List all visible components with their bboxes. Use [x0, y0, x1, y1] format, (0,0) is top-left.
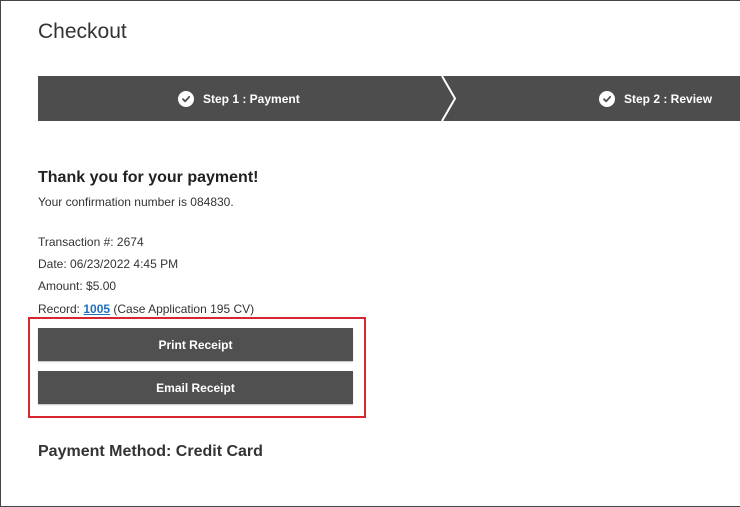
step-payment-label: Step 1 : Payment — [203, 91, 300, 106]
check-circle-icon — [178, 90, 194, 107]
step-review-label: Step 2 : Review — [624, 91, 713, 106]
confirmation-heading: Thank you for your payment! — [38, 169, 259, 186]
transaction-date: Date: 06/23/2022 4:45 PM — [38, 257, 179, 271]
record-link[interactable]: 1005 — [83, 302, 110, 316]
payment-method-heading: Payment Method: Credit Card — [38, 443, 263, 460]
step-divider-chevron — [441, 76, 457, 121]
checkout-step-bar: Step 1 : Payment Step 2 : Review — [38, 76, 740, 121]
step-review: Step 2 : Review — [599, 76, 712, 121]
page-title: Checkout — [38, 20, 127, 43]
transaction-number: Transaction #: 2674 — [38, 235, 144, 249]
transaction-amount: Amount: $5.00 — [38, 279, 117, 293]
record-line: Record: 1005 (Case Application 195 CV) — [38, 302, 254, 316]
confirmation-number-text: Your confirmation number is 084830. — [38, 195, 234, 209]
step-payment: Step 1 : Payment — [178, 76, 300, 121]
email-receipt-button[interactable]: Email Receipt — [38, 371, 353, 404]
record-suffix: (Case Application 195 CV) — [110, 302, 255, 316]
print-receipt-button[interactable]: Print Receipt — [38, 328, 353, 361]
check-circle-icon — [599, 90, 615, 107]
record-prefix: Record: — [38, 302, 84, 316]
